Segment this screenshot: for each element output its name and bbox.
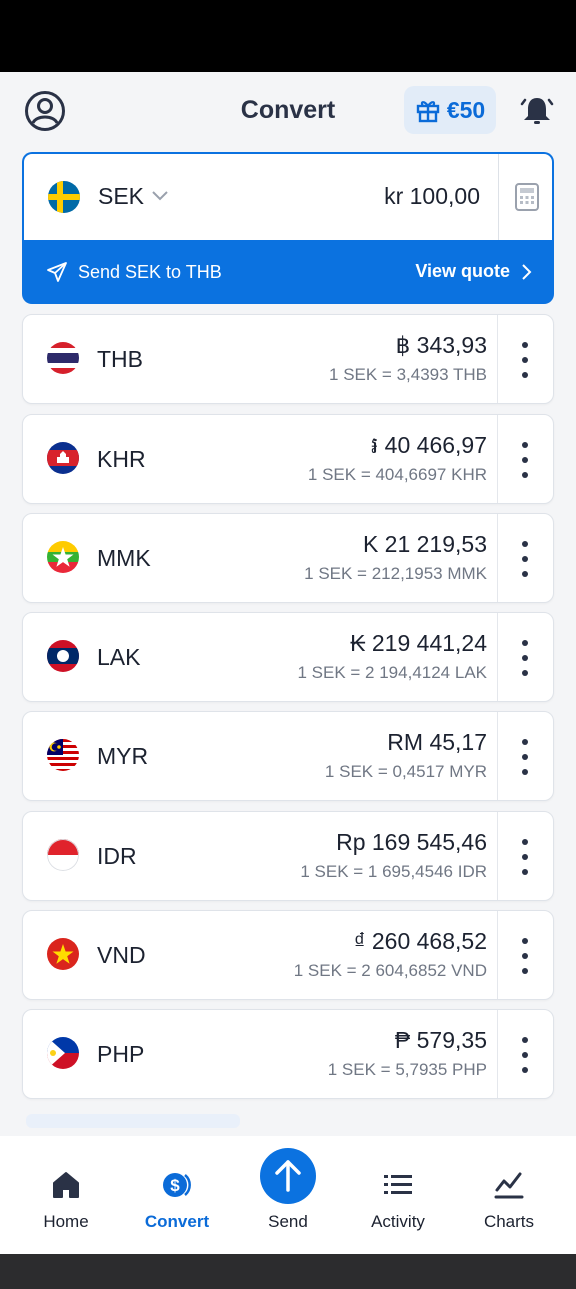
currency-code: VND (97, 942, 146, 968)
arrow-up-icon (275, 1160, 301, 1192)
more-options-icon[interactable] (518, 539, 532, 579)
currency-code: KHR (97, 446, 146, 472)
divider (497, 712, 498, 800)
send-fab[interactable] (260, 1148, 316, 1204)
chart-icon (494, 1172, 524, 1199)
philippines-flag-icon (47, 1037, 79, 1069)
divider (497, 613, 498, 701)
nav-convert-label: Convert (144, 1212, 210, 1231)
laos-flag-icon (47, 640, 79, 672)
divider (497, 415, 498, 503)
nav-activity-label: Activity (371, 1212, 425, 1231)
exchange-rate: 1 SEK = 3,4393 THB (329, 365, 487, 384)
nav-send[interactable]: Send (233, 1136, 343, 1254)
more-options-icon[interactable] (518, 440, 532, 480)
more-options-icon[interactable] (518, 837, 532, 877)
currency-exchange-icon: $ (163, 1173, 191, 1197)
list-icon (384, 1175, 412, 1194)
send-label: Send SEK to THB (78, 262, 222, 282)
myanmar-flag-icon (47, 541, 79, 573)
currency-row[interactable]: LAK ₭ 219 441,24 1 SEK = 2 194,4124 LAK (22, 612, 554, 702)
more-options-icon[interactable] (518, 737, 532, 777)
home-icon (53, 1172, 79, 1198)
converted-amount: ₭ 219 441,24 (350, 630, 487, 656)
currency-code: THB (97, 346, 143, 372)
reward-button[interactable]: €50 (404, 86, 496, 134)
converted-amount: Rp 169 545,46 (336, 829, 487, 855)
currency-row[interactable]: MMK K 21 219,53 1 SEK = 212,1953 MMK (22, 513, 554, 603)
currency-code: IDR (97, 843, 137, 869)
more-options-icon[interactable] (518, 638, 532, 678)
bottom-navigation: Home $ Convert Send Activity Charts (0, 1136, 576, 1254)
converted-amount: ៛ 40 466,97 (370, 432, 487, 458)
malaysia-flag-icon (47, 739, 79, 771)
source-amount-value[interactable]: kr 100,00 (384, 183, 480, 210)
currency-row[interactable]: VND ₫ 260 468,52 1 SEK = 2 604,6852 VND (22, 910, 554, 1000)
source-amount-field[interactable]: SEK kr 100,00 (24, 154, 552, 240)
converted-amount: ฿ 343,93 (395, 332, 487, 358)
paper-plane-icon (47, 262, 67, 282)
divider (497, 911, 498, 999)
chevron-right-icon (522, 264, 532, 280)
divider (497, 1010, 498, 1098)
nav-send-label: Send (268, 1212, 308, 1231)
exchange-rate: 1 SEK = 212,1953 MMK (304, 564, 487, 583)
top-bar: Convert €50 (0, 72, 576, 150)
converted-amount: ₱ 579,35 (394, 1027, 487, 1053)
nav-home-label: Home (43, 1212, 89, 1231)
source-currency-code[interactable]: SEK (98, 183, 144, 210)
converted-amount: RM 45,17 (387, 729, 487, 755)
gift-icon (416, 101, 440, 123)
source-currency-card: SEK kr 100,00 Send SEK to THB View quote (22, 152, 554, 304)
vietnam-flag-icon (47, 938, 79, 970)
currency-row[interactable]: MYR RM 45,17 1 SEK = 0,4517 MYR (22, 711, 554, 801)
cambodia-flag-icon (47, 442, 79, 474)
converted-amount: K 21 219,53 (362, 531, 487, 557)
currency-code: LAK (97, 644, 141, 670)
chevron-down-icon[interactable] (150, 188, 170, 202)
list-placeholder (26, 1114, 240, 1128)
divider (497, 315, 498, 403)
currency-code: PHP (97, 1041, 145, 1067)
converted-amount: ₫ 260 468,52 (353, 928, 487, 954)
currency-row[interactable]: KHR ៛ 40 466,97 1 SEK = 404,6697 KHR (22, 414, 554, 504)
exchange-rate: 1 SEK = 2 194,4124 LAK (297, 663, 487, 682)
currency-row[interactable]: IDR Rp 169 545,46 1 SEK = 1 695,4546 IDR (22, 811, 554, 901)
more-options-icon[interactable] (518, 340, 532, 380)
sweden-flag-icon (48, 181, 80, 213)
svg-text:$: $ (170, 1176, 180, 1195)
view-quote-link[interactable]: View quote (415, 261, 510, 282)
exchange-rate: 1 SEK = 5,7935 PHP (327, 1060, 487, 1079)
reward-amount: €50 (446, 96, 486, 123)
divider (497, 514, 498, 602)
currency-row[interactable]: THB ฿ 343,93 1 SEK = 3,4393 THB (22, 314, 554, 404)
nav-charts-label: Charts (483, 1212, 535, 1231)
bell-icon[interactable] (520, 94, 554, 128)
exchange-rate: 1 SEK = 1 695,4546 IDR (300, 862, 487, 881)
system-nav-bar (0, 1254, 576, 1289)
divider (497, 812, 498, 900)
more-options-icon[interactable] (518, 936, 532, 976)
thailand-flag-icon (47, 342, 79, 374)
send-quote-bar[interactable]: Send SEK to THB View quote (46, 260, 532, 284)
indonesia-flag-icon (47, 839, 79, 871)
nav-charts[interactable]: Charts (454, 1136, 564, 1254)
exchange-rate: 1 SEK = 2 604,6852 VND (293, 961, 487, 980)
currency-code: MYR (97, 743, 149, 769)
status-bar (0, 0, 576, 72)
exchange-rate: 1 SEK = 0,4517 MYR (324, 762, 487, 781)
nav-convert[interactable]: $ Convert (122, 1136, 232, 1254)
nav-activity[interactable]: Activity (343, 1136, 453, 1254)
nav-home[interactable]: Home (11, 1136, 121, 1254)
calculator-icon[interactable] (514, 182, 540, 212)
currency-code: MMK (97, 545, 151, 571)
exchange-rate: 1 SEK = 404,6697 KHR (307, 465, 487, 484)
currency-row[interactable]: PHP ₱ 579,35 1 SEK = 5,7935 PHP (22, 1009, 554, 1099)
more-options-icon[interactable] (518, 1035, 532, 1075)
divider (498, 154, 499, 240)
